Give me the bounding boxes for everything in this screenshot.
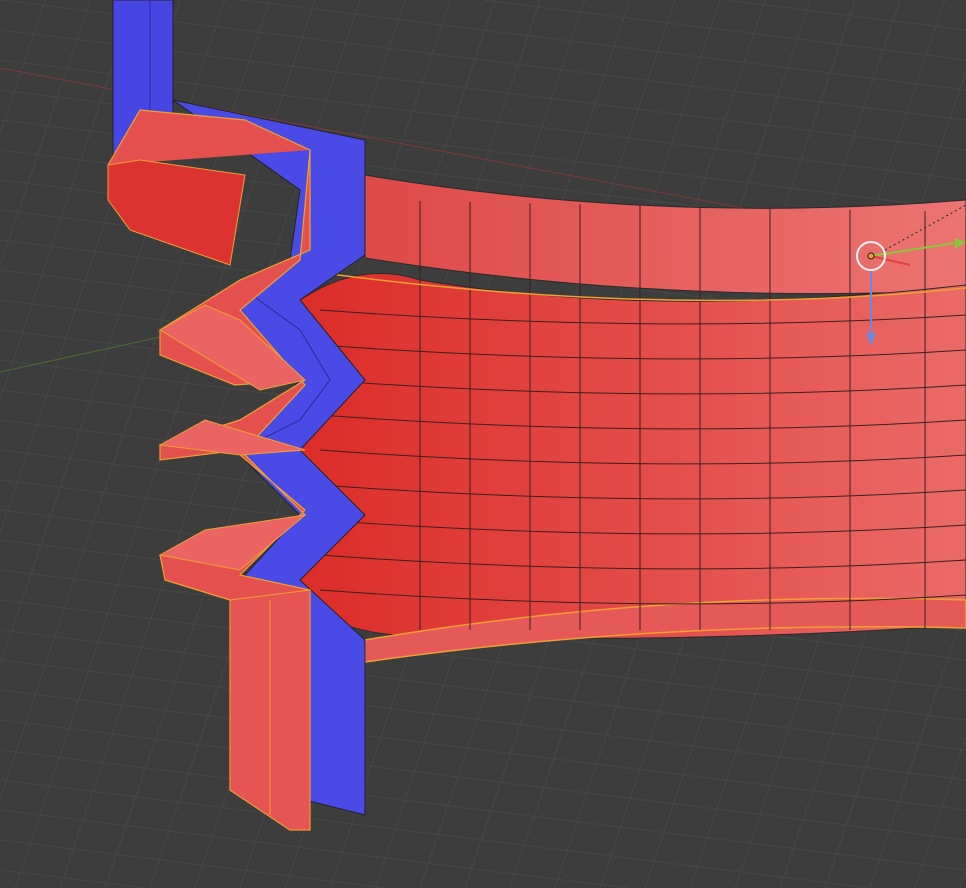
ring-inner-body[interactable] [299, 272, 966, 639]
viewport-canvas[interactable] [0, 0, 966, 888]
3d-viewport[interactable] [0, 0, 966, 888]
pivot-point [867, 252, 875, 260]
